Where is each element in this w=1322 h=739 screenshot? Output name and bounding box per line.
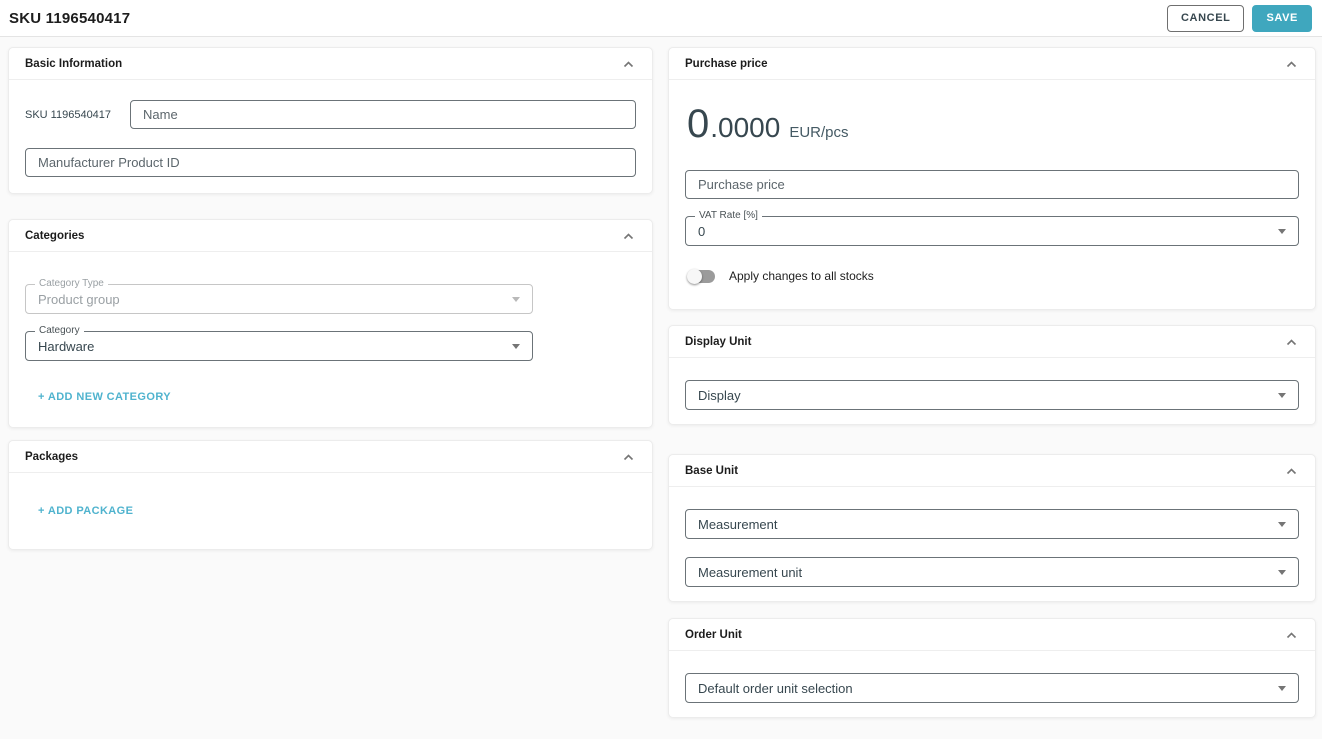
save-button[interactable]: SAVE — [1252, 4, 1312, 32]
basic-information-card: Basic Information SKU 1196540417 — [8, 47, 653, 194]
price-decimals: .0000 — [710, 112, 781, 143]
categories-header: Categories — [9, 220, 652, 252]
vat-rate-value: 0 — [698, 223, 706, 239]
chevron-down-icon — [512, 343, 520, 349]
chevron-down-icon — [1278, 228, 1286, 234]
sku-label: SKU 1196540417 — [25, 108, 112, 121]
category-type-select: Category Type Product group — [25, 278, 533, 314]
basic-information-header: Basic Information — [9, 48, 652, 80]
page-title: SKU 1196540417 — [9, 9, 131, 27]
category-type-value: Product group — [38, 291, 120, 307]
chevron-up-icon — [1286, 463, 1297, 478]
chevron-down-icon — [1278, 392, 1286, 398]
collapse-base-unit-button[interactable] — [1282, 459, 1301, 482]
chevron-down-icon — [1278, 685, 1286, 691]
display-unit-body: Display — [669, 358, 1315, 424]
order-unit-title: Order Unit — [685, 628, 742, 641]
collapse-packages-button[interactable] — [619, 445, 638, 468]
price-unit: EUR/pcs — [789, 124, 849, 141]
manufacturer-product-id-input[interactable] — [25, 148, 636, 177]
order-unit-card: Order Unit Default order unit selection — [668, 618, 1316, 718]
add-package-link[interactable]: + ADD PACKAGE — [38, 505, 133, 517]
chevron-up-icon — [1286, 56, 1297, 71]
name-input[interactable] — [130, 100, 636, 129]
order-unit-header: Order Unit — [669, 619, 1315, 651]
chevron-up-icon — [623, 228, 634, 243]
add-category-link-wrap: + ADD NEW CATEGORY — [38, 387, 636, 405]
collapse-order-unit-button[interactable] — [1282, 623, 1301, 646]
add-new-category-link[interactable]: + ADD NEW CATEGORY — [38, 391, 171, 403]
chevron-down-icon — [1278, 521, 1286, 527]
base-unit-body: Measurement Measurement unit — [669, 487, 1315, 601]
category-select[interactable]: Category Hardware — [25, 325, 533, 361]
default-order-unit-select[interactable]: Default order unit selection — [685, 673, 1299, 703]
category-label: Category — [35, 325, 84, 337]
display-select[interactable]: Display — [685, 380, 1299, 410]
purchase-price-input[interactable] — [685, 170, 1299, 199]
display-unit-card: Display Unit Display — [668, 325, 1316, 425]
order-unit-body: Default order unit selection — [669, 651, 1315, 717]
apply-changes-row: Apply changes to all stocks — [687, 268, 1299, 284]
chevron-up-icon — [623, 56, 634, 71]
vat-rate-label: VAT Rate [%] — [695, 210, 762, 222]
left-column: Basic Information SKU 1196540417 Categor… — [8, 47, 653, 550]
basic-information-body: SKU 1196540417 — [9, 80, 652, 193]
price-integer: 0 — [687, 102, 711, 146]
top-bar-actions: CANCEL SAVE — [1167, 4, 1312, 32]
purchase-price-card: Purchase price 0 .0000 EUR/pcs VAT Ra — [668, 47, 1316, 310]
packages-card: Packages + ADD PACKAGE — [8, 440, 653, 550]
category-value: Hardware — [38, 338, 95, 354]
measurement-unit-select[interactable]: Measurement unit — [685, 557, 1299, 587]
packages-body: + ADD PACKAGE — [9, 473, 652, 549]
vat-rate-select[interactable]: VAT Rate [%] 0 — [685, 210, 1299, 246]
purchase-price-header: Purchase price — [669, 48, 1315, 80]
name-row: SKU 1196540417 — [25, 100, 636, 129]
purchase-price-body: 0 .0000 EUR/pcs VAT Rate [%] 0 Apply ch — [669, 80, 1315, 309]
toggle-thumb — [687, 268, 702, 284]
categories-title: Categories — [25, 229, 85, 242]
display-select-value: Display — [698, 387, 741, 403]
apply-changes-label: Apply changes to all stocks — [729, 269, 874, 283]
base-unit-title: Base Unit — [685, 464, 739, 477]
chevron-down-icon — [1278, 569, 1286, 575]
add-package-link-wrap: + ADD PACKAGE — [38, 501, 636, 519]
top-bar: SKU 1196540417 CANCEL SAVE — [0, 0, 1322, 37]
display-unit-header: Display Unit — [669, 326, 1315, 358]
collapse-purchase-price-button[interactable] — [1282, 52, 1301, 75]
right-column: Purchase price 0 .0000 EUR/pcs VAT Ra — [668, 47, 1316, 718]
base-unit-card: Base Unit Measurement Measurement unit — [668, 454, 1316, 602]
collapse-categories-button[interactable] — [619, 224, 638, 247]
collapse-basic-information-button[interactable] — [619, 52, 638, 75]
chevron-up-icon — [1286, 627, 1297, 642]
content-area: Basic Information SKU 1196540417 Categor… — [0, 37, 1322, 718]
measurement-select-value: Measurement — [698, 516, 778, 532]
categories-card: Categories Category Type Product group C… — [8, 219, 653, 428]
default-order-unit-value: Default order unit selection — [698, 680, 853, 696]
purchase-price-title: Purchase price — [685, 57, 768, 70]
measurement-unit-select-value: Measurement unit — [698, 564, 803, 580]
price-display: 0 .0000 EUR/pcs — [687, 104, 1299, 144]
chevron-up-icon — [1286, 334, 1297, 349]
base-unit-header: Base Unit — [669, 455, 1315, 487]
chevron-up-icon — [623, 449, 634, 464]
display-unit-title: Display Unit — [685, 335, 752, 348]
measurement-select[interactable]: Measurement — [685, 509, 1299, 539]
cancel-button[interactable]: CANCEL — [1167, 4, 1245, 32]
collapse-display-unit-button[interactable] — [1282, 330, 1301, 353]
purchase-price-input-wrap — [685, 170, 1299, 199]
basic-information-title: Basic Information — [25, 57, 123, 70]
apply-changes-toggle[interactable] — [687, 268, 715, 284]
category-type-label: Category Type — [35, 278, 108, 290]
categories-body: Category Type Product group Category Har… — [9, 252, 652, 427]
packages-title: Packages — [25, 450, 79, 463]
chevron-down-icon — [512, 296, 520, 302]
packages-header: Packages — [9, 441, 652, 473]
